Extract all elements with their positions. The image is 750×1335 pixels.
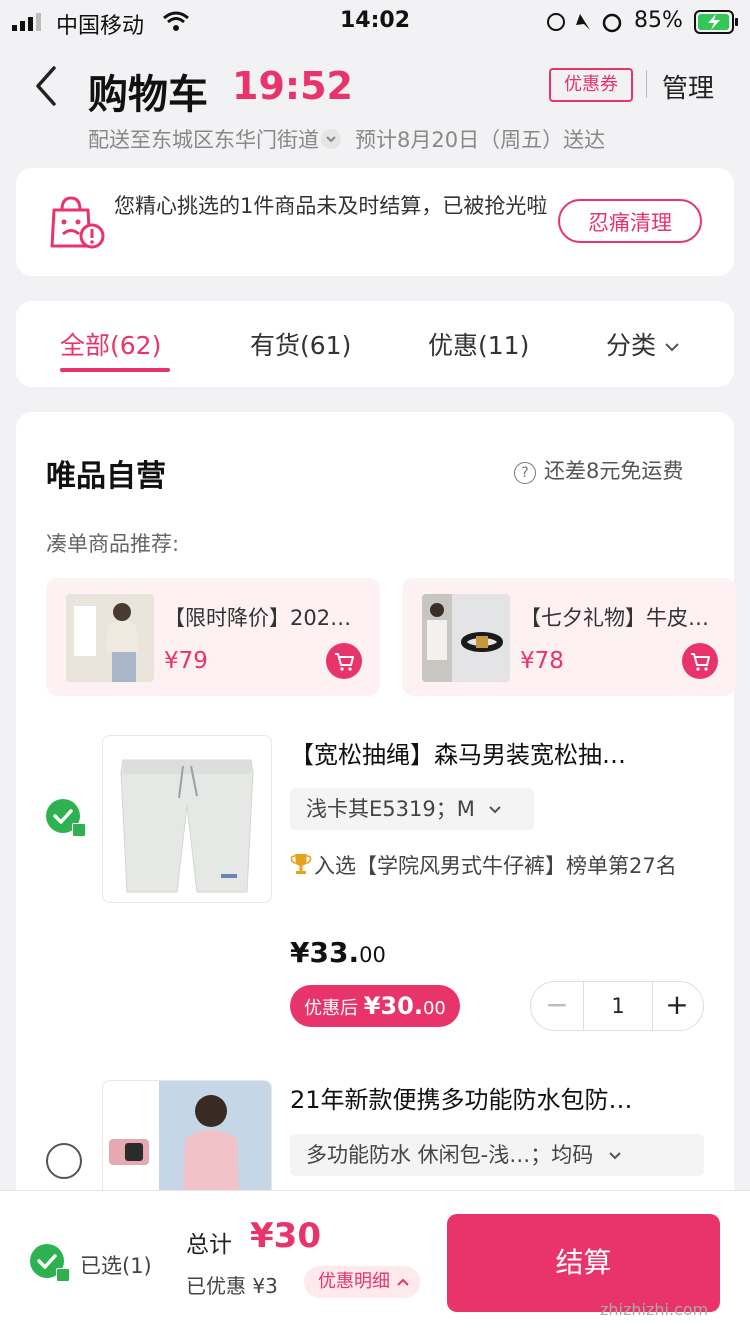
total-value: ¥30 bbox=[250, 1216, 321, 1256]
product-thumbnail bbox=[66, 594, 154, 682]
coupon-button[interactable]: 优惠券 bbox=[549, 68, 633, 102]
decrease-button[interactable]: − bbox=[531, 982, 583, 1030]
chevron-down-icon bbox=[665, 343, 679, 352]
checkout-button[interactable]: 结算 bbox=[447, 1214, 720, 1312]
total-label: 总计 bbox=[186, 1232, 232, 1258]
sad-bag-icon bbox=[50, 196, 105, 249]
product-image[interactable] bbox=[102, 1080, 272, 1192]
status-icons bbox=[547, 13, 622, 33]
product-thumbnail bbox=[422, 594, 510, 682]
recommendation-title: 【七夕礼物】牛皮… bbox=[520, 606, 709, 630]
battery-icon bbox=[694, 10, 738, 34]
product-title[interactable]: 【宽松抽绳】森马男装宽松抽… bbox=[290, 735, 690, 770]
spec-selector[interactable]: 浅卡其E5319；M bbox=[290, 788, 534, 830]
add-to-cart-icon[interactable] bbox=[326, 643, 362, 679]
lock-icon bbox=[56, 1268, 70, 1282]
header-divider bbox=[646, 70, 647, 98]
spec-selector[interactable]: 多功能防水 休闲包-浅…；均码 bbox=[290, 1134, 704, 1176]
tab-indicator bbox=[60, 368, 170, 372]
tab-category-label: 分类 bbox=[606, 331, 657, 360]
delivery-info[interactable]: 配送至东城区东华门街道 预计8月20日（周五）送达 bbox=[88, 124, 605, 154]
clear-button[interactable]: 忍痛清理 bbox=[558, 199, 702, 243]
page-title: 购物车 bbox=[88, 72, 208, 118]
tab-discount[interactable]: 优惠(11) bbox=[428, 326, 529, 362]
battery-percent: 85% bbox=[634, 8, 683, 33]
product-image[interactable] bbox=[102, 735, 272, 903]
recommend-heading: 凑单商品推荐: bbox=[46, 532, 180, 556]
recommendation-title: 【限时降价】202… bbox=[164, 606, 352, 630]
store-name: 唯品自营 bbox=[46, 459, 166, 494]
recommendation-price: ¥78 bbox=[520, 648, 564, 674]
selected-count[interactable]: 已选(1) bbox=[80, 1250, 152, 1280]
bag-image bbox=[109, 1081, 271, 1191]
question-icon: ? bbox=[514, 462, 536, 484]
discount-detail-button[interactable]: 优惠明细 bbox=[304, 1266, 420, 1298]
free-shipping-hint[interactable]: ? 还差8元免运费 bbox=[514, 455, 683, 485]
increase-button[interactable]: + bbox=[651, 982, 703, 1030]
status-bar: 中国移动 14:02 85% bbox=[0, 0, 750, 44]
product-price: ¥33.00 bbox=[290, 936, 386, 969]
countdown-timer: 19:52 bbox=[232, 64, 353, 108]
quantity-value[interactable]: 1 bbox=[583, 982, 653, 1030]
watermark: zhizhizhi.com bbox=[600, 1300, 709, 1319]
chevron-up-icon bbox=[397, 1278, 409, 1286]
notice-message: 您精心挑选的1件商品未及时结算，已被抢光啦 bbox=[114, 194, 548, 218]
product-title[interactable]: 21年新款便携多功能防水包防… bbox=[290, 1080, 690, 1115]
ranking-info[interactable]: 入选【学院风男式牛仔裤】榜单第27名 bbox=[290, 850, 690, 882]
chevron-down-icon bbox=[609, 1152, 621, 1160]
delivery-address: 配送至东城区东华门街道 bbox=[88, 128, 319, 152]
recommendation-price: ¥79 bbox=[164, 648, 208, 674]
saved-amount: 已优惠 ¥3 bbox=[186, 1274, 278, 1298]
chevron-down-icon bbox=[488, 806, 501, 814]
discounted-price: 优惠后 ¥30.00 bbox=[290, 985, 460, 1027]
shorts-image bbox=[120, 759, 254, 893]
tab-all[interactable]: 全部(62) bbox=[60, 326, 161, 362]
tab-in-stock[interactable]: 有货(61) bbox=[250, 326, 351, 362]
quantity-stepper: − 1 + bbox=[530, 981, 704, 1031]
trophy-icon bbox=[290, 854, 312, 874]
delivery-eta: 预计8月20日（周五）送达 bbox=[355, 128, 606, 152]
back-icon[interactable] bbox=[28, 62, 68, 110]
lock-icon bbox=[72, 823, 86, 837]
add-to-cart-icon[interactable] bbox=[682, 643, 718, 679]
item-checkbox[interactable] bbox=[46, 1143, 82, 1179]
chevron-down-icon bbox=[321, 129, 341, 149]
tab-category[interactable]: 分类 bbox=[606, 326, 680, 362]
manage-button[interactable]: 管理 bbox=[662, 68, 714, 105]
